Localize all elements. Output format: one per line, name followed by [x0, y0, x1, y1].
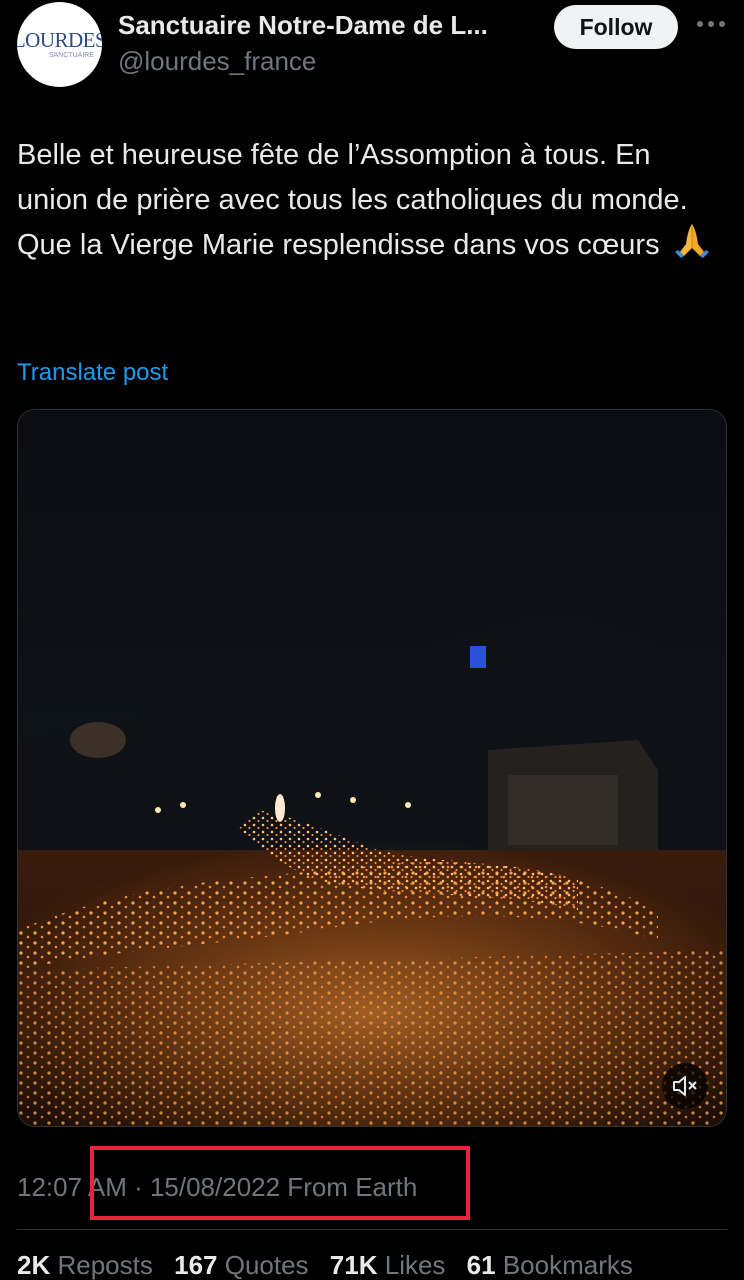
likes-label: Likes [384, 1250, 446, 1280]
bookmarks-label: Bookmarks [502, 1250, 633, 1280]
user-handle[interactable]: @lourdes_france [118, 46, 316, 77]
bookmarks-count: 61 [466, 1250, 496, 1280]
likes-stat[interactable]: 71K Likes [330, 1250, 446, 1280]
display-name[interactable]: Sanctuaire Notre-Dame de L... [118, 10, 488, 41]
reposts-count: 2K [17, 1250, 51, 1280]
quotes-count: 167 [174, 1250, 218, 1280]
video-media[interactable] [17, 409, 727, 1127]
likes-count: 71K [329, 1250, 378, 1280]
translate-post-link[interactable]: Translate post [17, 359, 168, 387]
follow-button[interactable]: Follow [554, 5, 678, 49]
avatar[interactable]: LOURDES SANCTUAIRE [17, 2, 102, 87]
post-body: Belle et heureuse fête de l’Assomption à… [17, 139, 688, 261]
more-horizontal-icon[interactable] [693, 12, 729, 36]
reposts-stat[interactable]: 2K Reposts [17, 1250, 153, 1280]
praying-hands-icon [672, 222, 712, 272]
quotes-label: Quotes [224, 1250, 309, 1280]
divider [17, 1229, 727, 1230]
reposts-label: Reposts [57, 1250, 153, 1280]
bookmarks-stat[interactable]: 61 Bookmarks [467, 1250, 633, 1280]
candlelight-procession-image [18, 410, 726, 1126]
post-header: LOURDES SANCTUAIRE Sanctuaire Notre-Dame… [0, 0, 744, 100]
avatar-logo-text: LOURDES [17, 28, 102, 52]
engagement-stats: 2K Reposts 167 Quotes 71K Likes 61 Bookm… [17, 1250, 647, 1280]
quotes-stat[interactable]: 167 Quotes [174, 1250, 308, 1280]
post-timestamp[interactable]: 12:07 AM · 15/08/2022 From Earth [17, 1172, 417, 1203]
avatar-logo-subtext: SANCTUAIRE [48, 52, 94, 59]
mute-button[interactable] [662, 1063, 708, 1109]
post-text: Belle et heureuse fête de l’Assomption à… [17, 133, 727, 272]
muted-speaker-icon [673, 1076, 697, 1096]
